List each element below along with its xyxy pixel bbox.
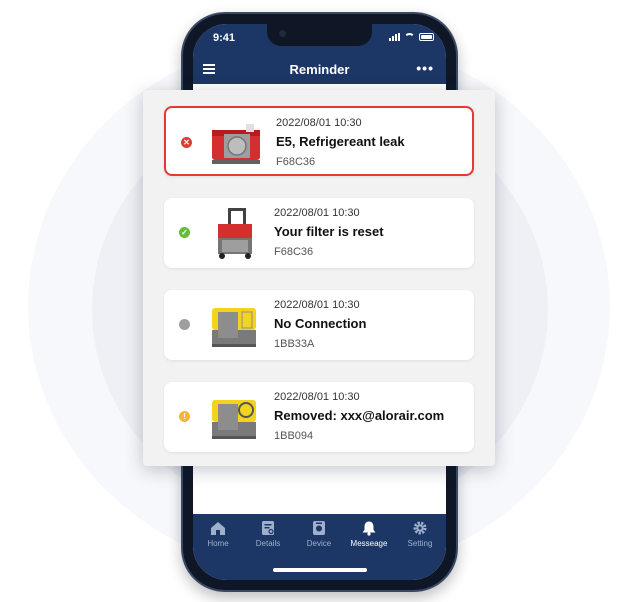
success-status-icon: ✓	[179, 227, 190, 238]
reminder-timestamp: 2022/08/01 10:30	[276, 117, 362, 129]
stage: 9:41 Reminder ••• Home Details Device Me…	[0, 0, 639, 602]
reminder-message: Removed: xxx@alorair.com	[274, 408, 445, 423]
reminder-card[interactable]: 2022/08/01 10:30 No Connection 1BB33A	[164, 290, 474, 360]
more-options-icon[interactable]: •••	[416, 60, 434, 76]
reminder-card[interactable]: ✓ 2022/08/01 10:30 Your filter is reset …	[164, 198, 474, 268]
tab-setting[interactable]: Setting	[395, 520, 445, 548]
notch	[267, 24, 372, 46]
reminder-timestamp: 2022/08/01 10:30	[274, 207, 360, 219]
reminder-device-id: F68C36	[274, 246, 314, 258]
reminder-message: No Connection	[274, 316, 367, 331]
dehumidifier-yellow-image	[212, 308, 256, 347]
page-title: Reminder	[289, 62, 350, 77]
dehumidifier-yellow-image	[212, 400, 256, 439]
reminder-card[interactable]: ! 2022/08/01 10:30 Removed: xxx@alorair.…	[164, 382, 474, 452]
reminder-message: Your filter is reset	[274, 224, 384, 239]
reminder-card[interactable]: ✕ 2022/08/01 10:30 E5, Refrigereant leak…	[164, 106, 474, 176]
reminder-device-id: 1BB094	[274, 430, 314, 442]
reminder-message: E5, Refrigereant leak	[276, 134, 405, 149]
reminder-timestamp: 2022/08/01 10:30	[274, 299, 360, 311]
dehumidifier-red-handle-image	[218, 208, 252, 259]
home-icon	[211, 522, 225, 535]
battery-icon	[419, 33, 434, 41]
home-indicator[interactable]	[273, 568, 367, 572]
bottom-tab-bar: Home Details Device Messeage Setting	[193, 514, 446, 580]
tab-label: Setting	[407, 539, 433, 548]
offline-status-icon	[179, 319, 190, 330]
details-icon	[262, 521, 274, 535]
tab-label: Messeage	[350, 539, 388, 548]
warning-status-icon: !	[179, 411, 190, 422]
error-status-icon: ✕	[181, 137, 192, 148]
tab-label: Details	[255, 539, 281, 548]
device-icon	[313, 521, 325, 535]
tab-details[interactable]: Details	[243, 520, 293, 548]
tab-label: Home	[207, 539, 229, 548]
wifi-icon	[404, 33, 415, 41]
reminder-device-id: F68C36	[276, 156, 316, 168]
reminder-device-id: 1BB33A	[274, 338, 315, 350]
status-time: 9:41	[213, 32, 236, 44]
tab-message[interactable]: Messeage	[344, 520, 394, 548]
tab-device[interactable]: Device	[294, 520, 344, 548]
dehumidifier-red-image	[212, 124, 260, 164]
bell-icon	[362, 521, 376, 536]
gear-icon	[413, 521, 427, 535]
reminder-timestamp: 2022/08/01 10:30	[274, 391, 360, 403]
status-icons	[389, 33, 434, 41]
tab-home[interactable]: Home	[193, 520, 243, 548]
camera-icon	[279, 30, 286, 37]
app-header: 9:41 Reminder •••	[193, 24, 446, 84]
tab-label: Device	[306, 539, 332, 548]
signal-icon	[389, 33, 400, 41]
